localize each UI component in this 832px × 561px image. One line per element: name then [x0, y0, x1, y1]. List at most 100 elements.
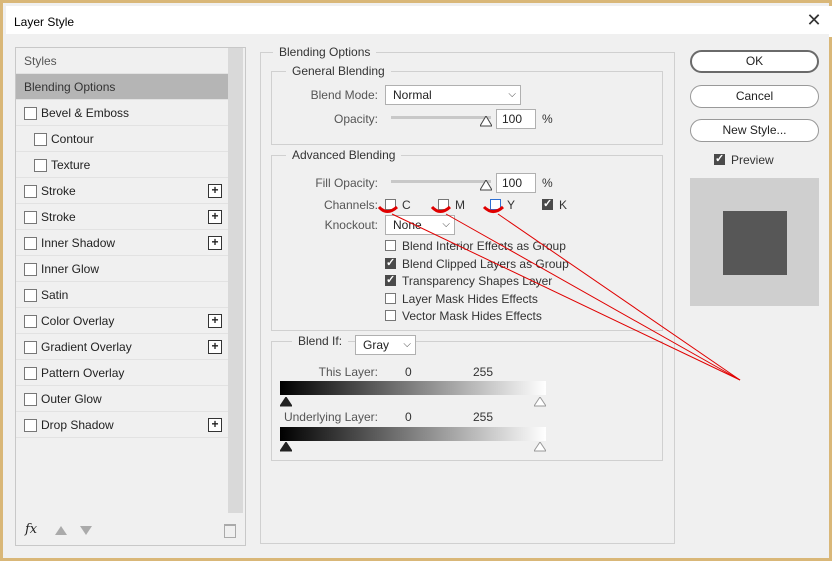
- style-label: Satin: [41, 288, 69, 302]
- ok-button[interactable]: OK: [690, 50, 819, 73]
- preview-label: Preview: [731, 153, 774, 167]
- style-checkbox[interactable]: [24, 289, 37, 302]
- advanced-option-label: Layer Mask Hides Effects: [402, 291, 538, 306]
- opacity-input[interactable]: 100: [496, 109, 536, 129]
- styles-scrollbar[interactable]: [228, 48, 243, 513]
- this-layer-black-slider[interactable]: [280, 397, 292, 407]
- styles-item[interactable]: Stroke +: [16, 178, 228, 204]
- fx-icon[interactable]: fx: [25, 522, 37, 537]
- blend-if-select[interactable]: Gray ⌵: [355, 335, 416, 355]
- new-style-button[interactable]: New Style...: [690, 119, 819, 142]
- style-checkbox[interactable]: [24, 211, 37, 224]
- underlying-white-slider[interactable]: [534, 442, 546, 452]
- cancel-button[interactable]: Cancel: [690, 85, 819, 108]
- styles-item[interactable]: Outer Glow: [16, 386, 228, 412]
- chevron-down-icon: ⌵: [508, 89, 516, 100]
- channel-label-k: K: [559, 198, 568, 212]
- advanced-blending-group: Advanced Blending Fill Opacity: 100 % Ch…: [271, 148, 663, 331]
- dialog-body: Styles Blending Options Bevel & Emboss Con…: [3, 34, 829, 558]
- opacity-slider-thumb[interactable]: [480, 116, 492, 127]
- channel-checkbox-m[interactable]: [438, 199, 449, 210]
- styles-item[interactable]: Color Overlay +: [16, 308, 228, 334]
- styles-list: Styles Blending Options Bevel & Emboss Con…: [16, 48, 228, 438]
- opacity-slider[interactable]: [391, 116, 491, 119]
- plus-icon[interactable]: +: [208, 314, 222, 328]
- advanced-option-checkbox[interactable]: [385, 240, 396, 251]
- advanced-option-label: Blend Interior Effects as Group: [402, 239, 566, 253]
- style-label: Inner Shadow: [41, 236, 116, 250]
- styles-panel: Styles Blending Options Bevel & Emboss Con…: [15, 47, 246, 546]
- general-blending-title: General Blending: [286, 64, 391, 78]
- this-layer-max: 255: [473, 365, 494, 379]
- blend-mode-label: Blend Mode:: [310, 88, 378, 102]
- styles-item[interactable]: Texture: [16, 152, 228, 178]
- styles-item[interactable]: Bevel & Emboss: [16, 100, 228, 126]
- styles-item[interactable]: Blending Options: [16, 74, 228, 100]
- blend-if-group: Blend If: Gray ⌵ This Layer: 0 255 Under…: [271, 334, 663, 461]
- style-label: Blending Options: [24, 80, 116, 94]
- plus-icon[interactable]: +: [208, 184, 222, 198]
- underlying-black-slider[interactable]: [280, 442, 292, 452]
- blend-mode-select[interactable]: Normal ⌵: [385, 85, 521, 105]
- channel-checkbox-k[interactable]: [542, 197, 553, 210]
- plus-icon[interactable]: +: [208, 236, 222, 250]
- style-label: Contour: [51, 132, 94, 146]
- style-label: Inner Glow: [41, 262, 100, 276]
- fill-opacity-input[interactable]: 100: [496, 173, 536, 193]
- styles-toolbar: fx: [16, 518, 245, 544]
- style-label: Bevel & Emboss: [41, 106, 130, 120]
- styles-item[interactable]: Satin: [16, 282, 228, 308]
- style-checkbox[interactable]: [34, 133, 47, 146]
- fill-opacity-slider[interactable]: [391, 180, 491, 183]
- styles-item[interactable]: Gradient Overlay +: [16, 334, 228, 360]
- fill-opacity-percent: %: [542, 176, 553, 190]
- style-label: Drop Shadow: [41, 418, 114, 432]
- knockout-label: Knockout:: [324, 218, 378, 232]
- chevron-down-icon: ⌵: [403, 339, 411, 350]
- style-label: Texture: [51, 158, 91, 172]
- move-up-icon[interactable]: [55, 526, 67, 535]
- close-icon[interactable]: ✕: [804, 10, 824, 30]
- style-checkbox[interactable]: [24, 367, 37, 380]
- styles-item[interactable]: Contour: [16, 126, 228, 152]
- plus-icon[interactable]: +: [208, 210, 222, 224]
- channel-label-m: M: [455, 198, 465, 212]
- style-checkbox[interactable]: [24, 237, 37, 250]
- this-layer-gradient: [280, 381, 546, 395]
- style-checkbox[interactable]: [24, 315, 37, 328]
- preview-checkbox[interactable]: [714, 152, 725, 165]
- preview-swatch: [723, 211, 787, 275]
- advanced-option-checkbox[interactable]: [385, 256, 396, 269]
- opacity-label: Opacity:: [333, 112, 378, 126]
- styles-header[interactable]: Styles: [16, 48, 228, 74]
- styles-item[interactable]: Inner Glow: [16, 256, 228, 282]
- style-checkbox[interactable]: [24, 341, 37, 354]
- trash-icon[interactable]: [224, 524, 236, 538]
- plus-icon[interactable]: +: [208, 340, 222, 354]
- plus-icon[interactable]: +: [208, 418, 222, 432]
- this-layer-white-slider[interactable]: [534, 397, 546, 407]
- channel-checkbox-y[interactable]: [490, 199, 501, 210]
- style-checkbox[interactable]: [24, 263, 37, 276]
- move-down-icon[interactable]: [80, 526, 92, 535]
- advanced-option-checkbox[interactable]: [385, 292, 396, 304]
- this-layer-label: This Layer:: [318, 365, 378, 379]
- opacity-percent: %: [542, 112, 553, 126]
- advanced-option-checkbox[interactable]: [385, 310, 396, 321]
- styles-item[interactable]: Drop Shadow +: [16, 412, 228, 438]
- fill-opacity-slider-thumb[interactable]: [480, 180, 492, 191]
- styles-item[interactable]: Pattern Overlay: [16, 360, 228, 386]
- style-checkbox[interactable]: [24, 393, 37, 406]
- style-checkbox[interactable]: [34, 159, 47, 172]
- styles-item[interactable]: Stroke +: [16, 204, 228, 230]
- styles-item[interactable]: Inner Shadow +: [16, 230, 228, 256]
- style-checkbox[interactable]: [24, 107, 37, 120]
- advanced-option-checkbox[interactable]: [385, 273, 396, 286]
- style-label: Stroke: [41, 210, 76, 224]
- this-layer-min: 0: [405, 365, 412, 379]
- channel-checkbox-c[interactable]: [385, 199, 396, 210]
- blending-options-title: Blending Options: [273, 45, 377, 59]
- style-checkbox[interactable]: [24, 419, 37, 432]
- style-checkbox[interactable]: [24, 185, 37, 198]
- knockout-select[interactable]: None ⌵: [385, 215, 455, 235]
